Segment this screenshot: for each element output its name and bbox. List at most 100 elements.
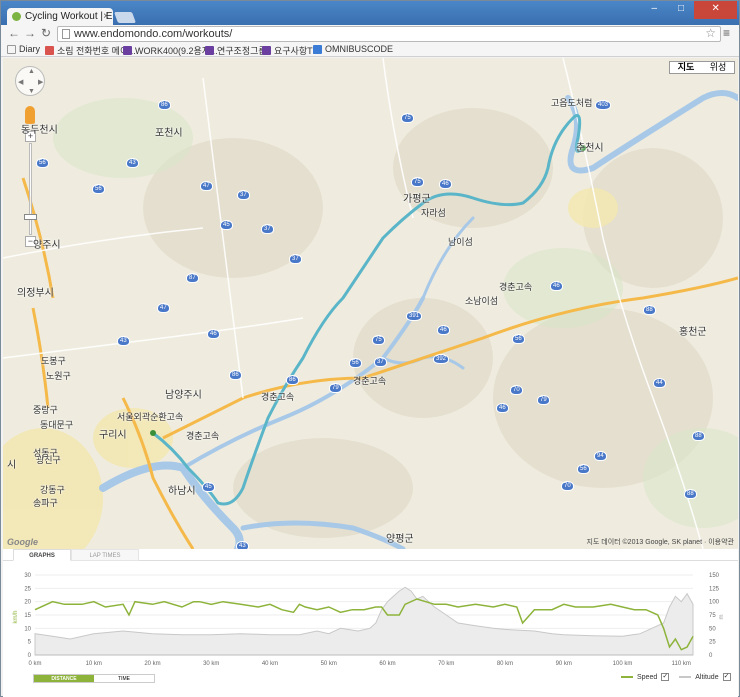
map-place-label: 중랑구 xyxy=(33,405,58,415)
y-left-tick-label: 20 xyxy=(24,600,31,606)
time-button[interactable]: TIME xyxy=(94,675,154,682)
y-right-axis-label: m xyxy=(719,615,725,620)
x-tick-label: 10 km xyxy=(86,661,102,667)
new-tab-button[interactable] xyxy=(113,12,137,23)
map-place-label: 포천시 xyxy=(155,128,183,139)
pan-control[interactable]: ▲ ◀ ▶ ▼ xyxy=(15,66,45,96)
road-number-shield: 70 xyxy=(510,385,523,395)
pan-left-icon[interactable]: ◀ xyxy=(18,78,23,86)
road-number-shield: 75 xyxy=(401,113,414,123)
bookmark-item[interactable]: 연구조정그룹 xyxy=(205,44,267,57)
map-place-label: 소남이섬 xyxy=(465,296,499,306)
legend-altitude-label: Altitude xyxy=(695,673,719,681)
road-number-shield: 37 xyxy=(374,357,387,367)
bookmark-item[interactable]: 요구사항TF xyxy=(262,44,318,57)
endomondo-favicon-icon xyxy=(12,12,21,21)
bookmark-item[interactable]: Diary xyxy=(7,44,40,54)
speed-swatch xyxy=(621,676,633,678)
map-place-label: 동두천시 xyxy=(21,125,58,136)
map-place-label: 자라섬 xyxy=(421,208,446,218)
forward-arrow-icon[interactable]: → xyxy=(23,26,37,40)
chrome-menu-icon[interactable]: ≡ xyxy=(723,26,730,40)
google-logo[interactable]: Google xyxy=(7,537,38,547)
road-number-shield: 403 xyxy=(595,100,612,110)
graph-tabs: GRAPHS LAP TIMES xyxy=(3,549,738,561)
map-place-label: 강동구 xyxy=(40,485,65,495)
reload-icon[interactable]: ↻ xyxy=(39,26,53,40)
browser-window: Cycling Workout | Endo × – □ ✕ ← → ↻ www… xyxy=(0,0,740,697)
x-tick-label: 90 km xyxy=(556,661,572,667)
road-number-shield: 37 xyxy=(237,190,250,200)
map-place-label: 홍천군 xyxy=(679,327,707,338)
x-tick-label: 40 km xyxy=(262,661,278,667)
road-number-shield: 88 xyxy=(643,305,656,315)
map-type-map-button[interactable]: 지도 xyxy=(670,62,702,73)
road-number-shield: 56 xyxy=(349,358,362,368)
bookmark-item[interactable]: WORK400(9.2용지... xyxy=(123,44,218,57)
route-map[interactable]: 지도 위성 ▲ ◀ ▶ ▼ + − 동두천시 포천시 양주시 의정부시 가평군 춘천시 홍천… xyxy=(3,58,738,549)
tab-lap-times[interactable]: LAP TIMES xyxy=(71,549,139,561)
road-number-shield: 56 xyxy=(577,464,590,474)
road-number-shield: 86 xyxy=(158,100,171,110)
speed-checkbox[interactable]: ✓ xyxy=(661,673,670,681)
pan-up-icon[interactable]: ▲ xyxy=(28,68,35,75)
y-left-tick-label: 0 xyxy=(28,653,32,659)
bookmarks-bar: Diary 소림 전화번호 메이... WORK400(9.2용지... 연구조… xyxy=(1,43,739,57)
bookmark-item[interactable]: OMNIBUSCODE xyxy=(313,44,393,54)
road-number-shield: 44 xyxy=(653,378,666,388)
y-left-tick-label: 10 xyxy=(24,626,31,632)
map-place-label: 경춘고속 xyxy=(261,392,295,402)
altitude-checkbox[interactable]: ✓ xyxy=(722,673,731,681)
road-number-shield: 46 xyxy=(439,179,452,189)
x-tick-label: 50 km xyxy=(321,661,337,667)
altitude-series-area xyxy=(34,586,694,656)
road-number-shield: 86 xyxy=(286,375,299,385)
pan-right-icon[interactable]: ▶ xyxy=(38,78,43,86)
address-bar[interactable]: www.endomondo.com/workouts/ ☆ xyxy=(57,26,721,42)
road-number-shield: 56 xyxy=(92,184,105,194)
tab-title: Cycling Workout | Endo xyxy=(25,11,113,22)
road-number-shield: 46 xyxy=(207,329,220,339)
bookmark-label: OMNIBUSCODE xyxy=(325,44,394,54)
road-number-shield: 46 xyxy=(496,403,509,413)
altitude-swatch xyxy=(679,676,692,678)
browser-tab[interactable]: Cycling Workout | Endo × xyxy=(7,8,113,25)
map-place-label: 도봉구 xyxy=(41,356,66,366)
y-right-tick-label: 50 xyxy=(709,626,716,632)
zoom-slider-thumb[interactable] xyxy=(24,214,37,220)
x-tick-label: 30 km xyxy=(203,661,219,667)
tab-close-icon[interactable]: × xyxy=(103,8,109,25)
page-icon xyxy=(62,29,70,39)
bookmark-label: 연구조정그룹 xyxy=(217,46,267,56)
x-tick-label: 70 km xyxy=(438,661,454,667)
y-left-tick-label: 15 xyxy=(24,613,31,619)
bookmark-favicon-icon xyxy=(123,46,132,55)
map-copyright[interactable]: 지도 데이터 ©2013 Google, SK planet · 이용약관 xyxy=(586,537,734,547)
legend-speed-label: Speed xyxy=(637,673,658,681)
close-window-icon[interactable]: ✕ xyxy=(694,1,738,19)
distance-button[interactable]: DISTANCE xyxy=(34,675,94,682)
maximize-icon[interactable]: □ xyxy=(668,1,695,19)
road-number-shield: 56 xyxy=(512,334,525,344)
y-left-axis-label: km/h xyxy=(13,610,19,623)
bookmark-favicon-icon xyxy=(313,44,322,54)
minimize-icon[interactable]: – xyxy=(641,1,668,19)
road-number-shield: 43 xyxy=(126,158,139,168)
window-controls: – □ ✕ xyxy=(641,1,738,19)
road-number-shield: 43 xyxy=(117,336,130,346)
bookmark-favicon-icon xyxy=(45,46,54,55)
map-type-satellite-button[interactable]: 위성 xyxy=(702,62,734,73)
road-number-shield: 46 xyxy=(550,281,563,291)
pan-down-icon[interactable]: ▼ xyxy=(28,88,35,95)
bookmark-star-icon[interactable]: ☆ xyxy=(705,26,716,40)
back-arrow-icon[interactable]: ← xyxy=(7,26,21,40)
tab-graphs[interactable]: GRAPHS xyxy=(13,549,71,561)
y-right-tick-label: 150 xyxy=(709,573,720,579)
route-start-marker xyxy=(150,430,156,436)
zoom-slider-track[interactable] xyxy=(29,143,32,235)
chart-legend: Speed ✓ Altitude ✓ xyxy=(621,673,731,681)
road-number-shield: 94 xyxy=(594,451,607,461)
y-right-tick-label: 125 xyxy=(709,586,720,592)
road-number-shield: 70 xyxy=(561,481,574,491)
road-number-shield: 43 xyxy=(236,541,249,549)
